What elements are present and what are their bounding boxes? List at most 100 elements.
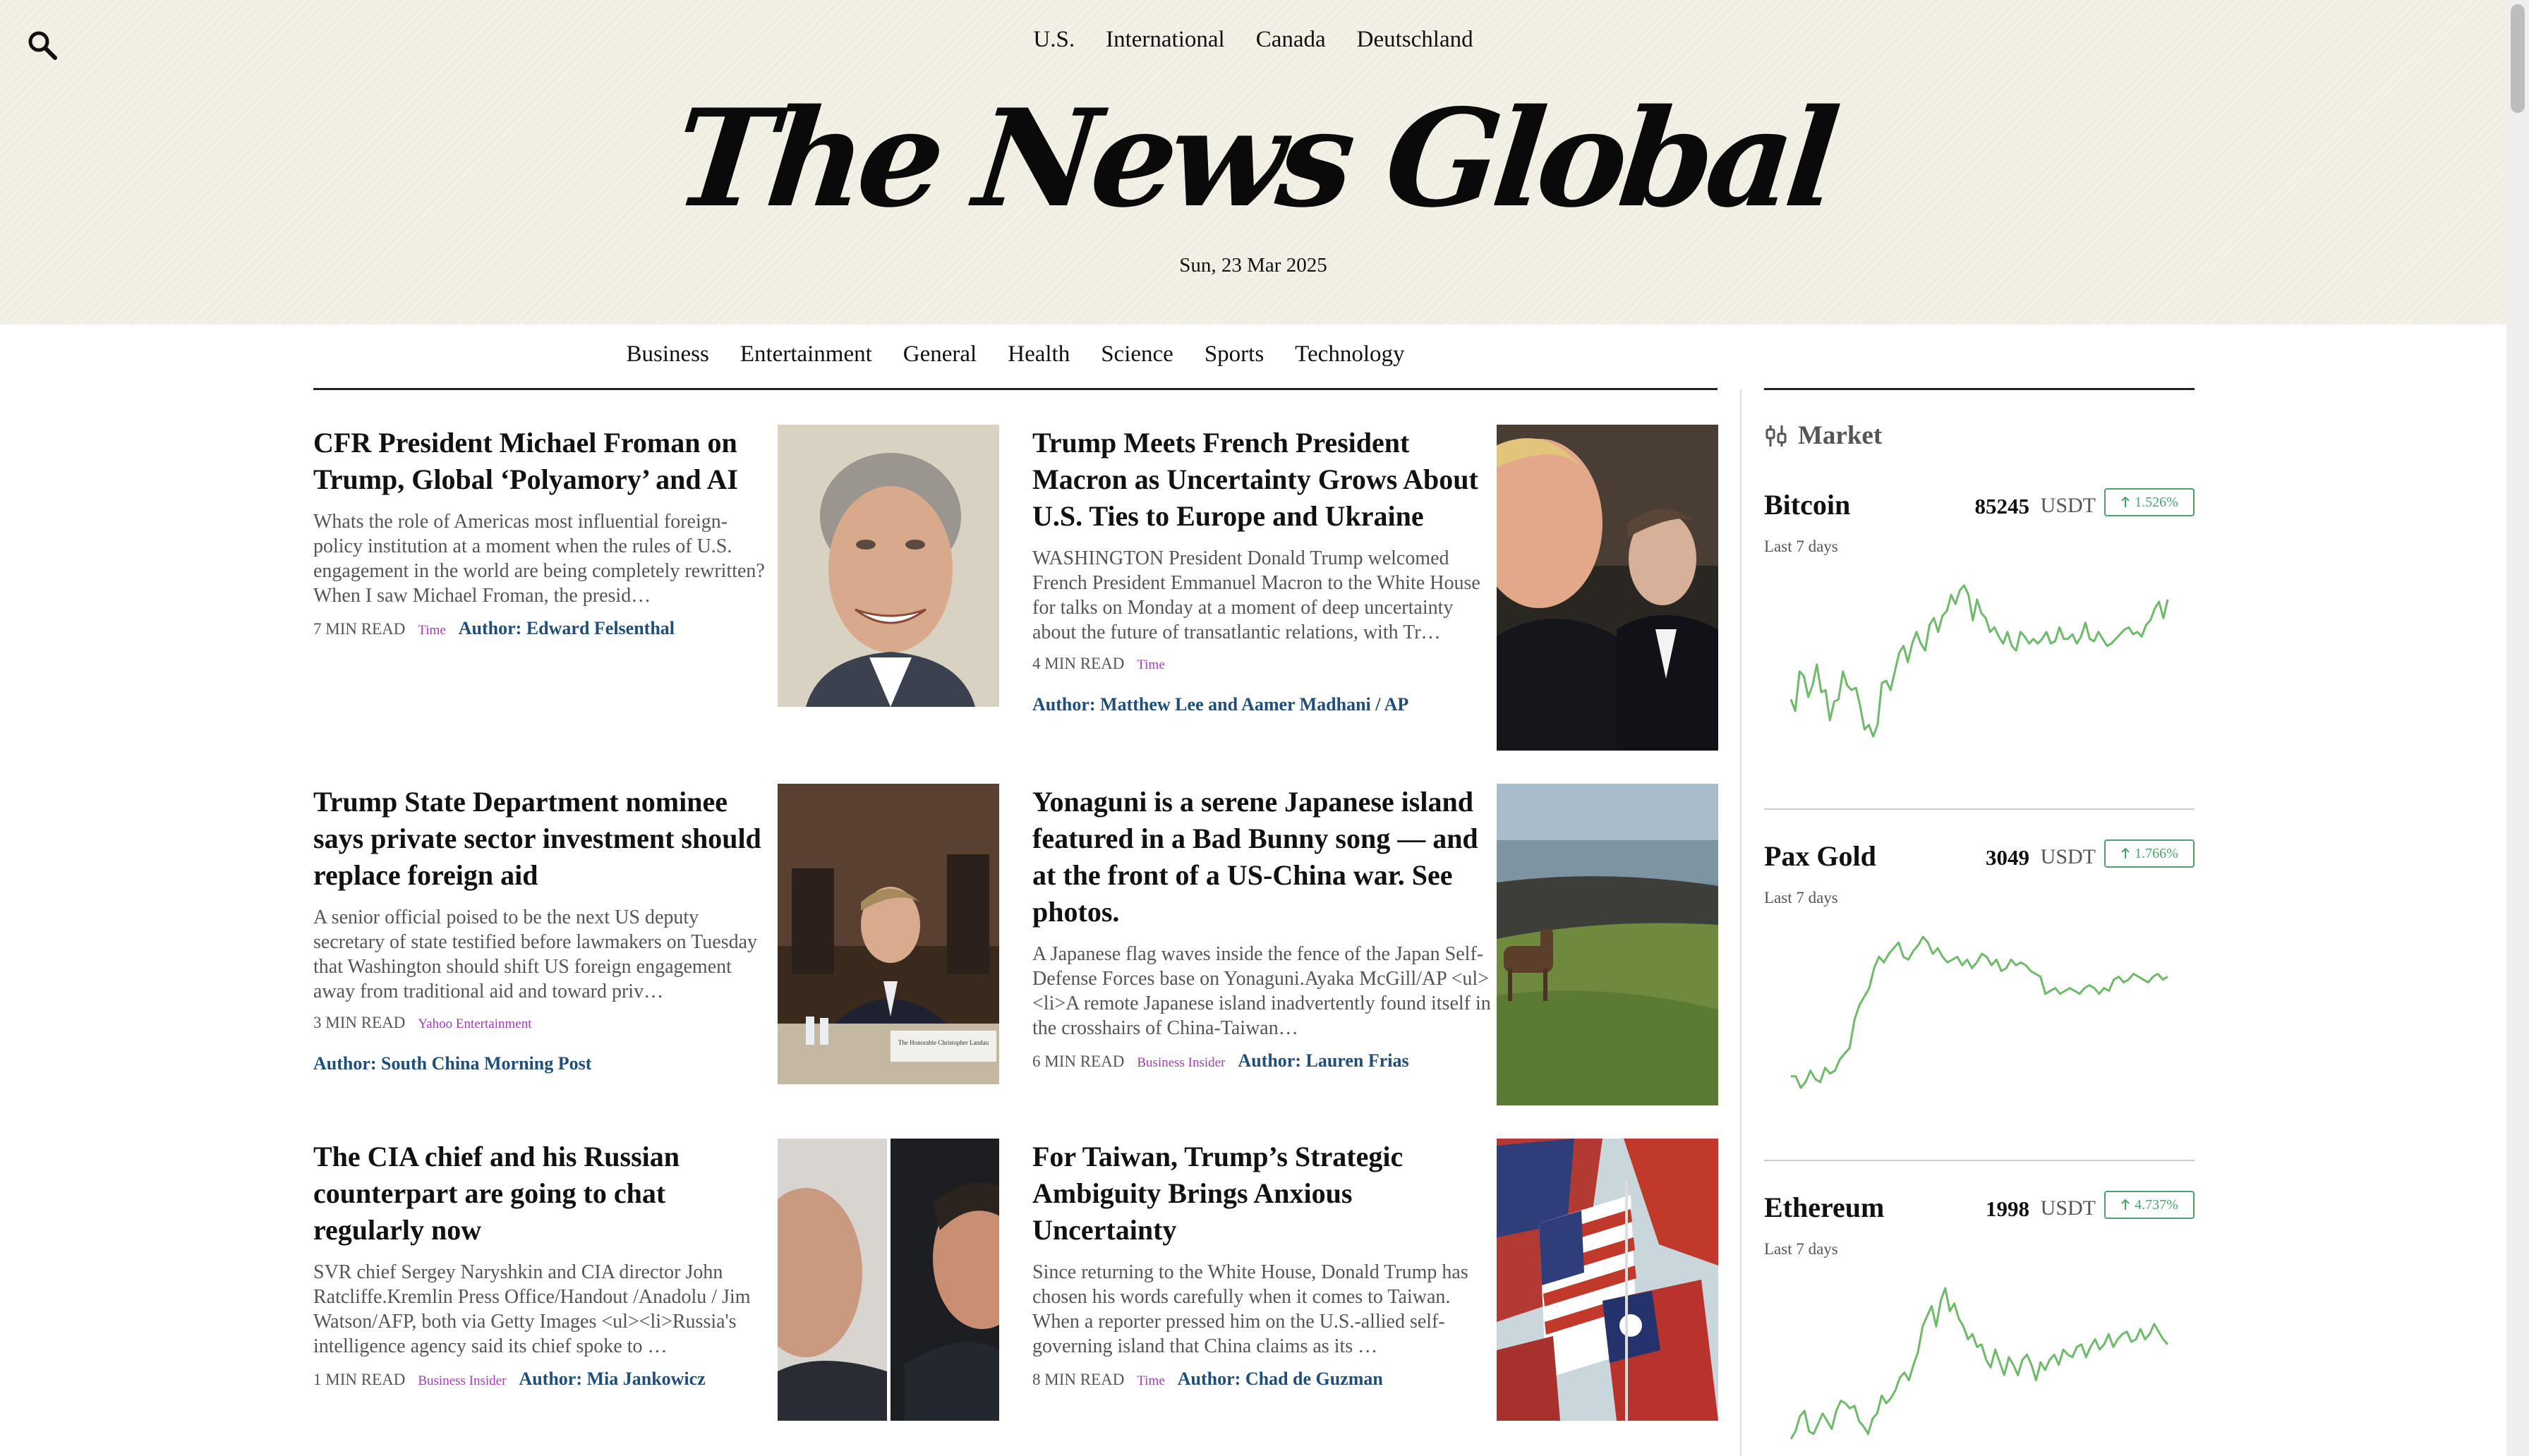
sparkline-chart [1791, 935, 2168, 1089]
article-meta: 8 MIN READ Time Author: Chad de Guzman [1032, 1369, 1491, 1390]
coin-unit: USDT [2040, 1196, 2096, 1220]
article-thumbnail[interactable] [1497, 784, 1718, 1105]
source-link[interactable]: Business Insider [418, 1373, 506, 1389]
article-title[interactable]: CFR President Michael Froman on Trump, G… [313, 425, 772, 498]
masthead: U.S. International Canada Deutschland Th… [0, 0, 2506, 324]
category-link-sports[interactable]: Sports [1205, 341, 1264, 368]
article-card[interactable]: CFR President Michael Froman on Trump, G… [313, 425, 999, 707]
article-summary: Whats the role of Americas most influent… [313, 511, 765, 607]
article-text: The CIA chief and his Russian counterpar… [313, 1139, 772, 1390]
article-summary: Since returning to the White House, Dona… [1032, 1261, 1468, 1357]
sparkline-series [1791, 935, 2168, 1089]
author-link[interactable]: Author: Chad de Guzman [1178, 1369, 1383, 1390]
article-title[interactable]: For Taiwan, Trump’s Strategic Ambiguity … [1032, 1139, 1491, 1249]
article-thumbnail[interactable] [1497, 1139, 1718, 1421]
article-card[interactable]: Trump State Department nominee says priv… [313, 784, 999, 1084]
article-meta: 1 MIN READ Business Insider Author: Mia … [313, 1369, 772, 1390]
page-scrollbar[interactable] [2506, 0, 2529, 1456]
arrow-up-icon [2121, 847, 2130, 859]
source-link[interactable]: Business Insider [1137, 1055, 1225, 1071]
feed-top-rule [313, 388, 1718, 390]
coin-card[interactable]: Pax Gold 3049 USDT 1.766% Last 7 days [1764, 839, 2195, 1122]
region-nav: U.S. International Canada Deutschland [0, 27, 2506, 53]
article-card[interactable]: The CIA chief and his Russian counterpar… [313, 1139, 999, 1421]
source-link[interactable]: Yahoo Entertainment [418, 1017, 531, 1032]
column-divider [1740, 389, 1742, 1456]
market-title: Market [1798, 421, 1883, 450]
article-thumbnail[interactable]: The Honorable Christopher Landau [778, 784, 999, 1084]
read-time: 1 MIN READ [313, 1371, 406, 1388]
article-card[interactable]: Trump Meets French President Macron as U… [1032, 425, 1718, 751]
read-time: 8 MIN READ [1032, 1371, 1125, 1388]
source-link[interactable]: Time [1137, 1373, 1164, 1389]
region-link-international[interactable]: International [1106, 27, 1225, 53]
candlestick-icon [1766, 425, 1787, 447]
change-badge: 1.766% [2104, 839, 2195, 868]
change-percent: 4.737% [2135, 1196, 2178, 1213]
change-badge: 4.737% [2104, 1191, 2195, 1219]
scrollbar-thumb[interactable] [2511, 4, 2525, 113]
coin-card[interactable]: Bitcoin 85245 USDT 1.526% Last 7 days [1764, 488, 2195, 770]
author-link[interactable]: Author: South China Morning Post [313, 1053, 772, 1074]
coin-divider [1764, 808, 2195, 810]
article-meta: 3 MIN READ Yahoo Entertainment Author: S… [313, 1014, 772, 1074]
region-link-canada[interactable]: Canada [1256, 27, 1326, 53]
article-card[interactable]: For Taiwan, Trump’s Strategic Ambiguity … [1032, 1139, 1718, 1421]
region-link-deutschland[interactable]: Deutschland [1357, 27, 1473, 53]
arrow-up-icon [2121, 1199, 2130, 1210]
category-link-business[interactable]: Business [627, 341, 709, 368]
sparkline-chart [1789, 1287, 2169, 1440]
author-link[interactable]: Author: Edward Felsenthal [459, 618, 675, 639]
region-link-us[interactable]: U.S. [1033, 27, 1075, 53]
article-thumbnail[interactable] [1497, 425, 1718, 751]
article-card[interactable]: Yonaguni is a serene Japanese island fea… [1032, 784, 1718, 1105]
article-meta: 7 MIN READ Time Author: Edward Felsentha… [313, 618, 772, 639]
coin-price: 85245 [1974, 494, 2030, 518]
current-date: Sun, 23 Mar 2025 [1179, 254, 1327, 277]
category-link-entertainment[interactable]: Entertainment [740, 341, 872, 368]
coin-unit: USDT [2040, 845, 2096, 868]
sparkline-series [1789, 1287, 2169, 1440]
article-meta: 4 MIN READ Time Author: Matthew Lee and … [1032, 655, 1491, 715]
read-time: 4 MIN READ [1032, 655, 1125, 672]
coin-name[interactable]: Ethereum [1764, 1191, 1884, 1224]
category-nav: Business Entertainment General Health Sc… [313, 341, 1718, 368]
change-percent: 1.526% [2135, 494, 2178, 510]
coin-price: 3049 [1986, 845, 2029, 870]
sparkline-chart [1789, 584, 2169, 738]
period-label: Last 7 days [1764, 1240, 1838, 1258]
coin-card[interactable]: Ethereum 1998 USDT 4.737% Last 7 days [1764, 1191, 2195, 1456]
author-link[interactable]: Author: Matthew Lee and Aamer Madhani / … [1032, 694, 1491, 715]
author-link[interactable]: Author: Mia Jankowicz [519, 1369, 705, 1390]
article-summary: A Japanese flag waves inside the fence o… [1032, 943, 1491, 1039]
category-link-science[interactable]: Science [1101, 341, 1173, 368]
coin-name[interactable]: Pax Gold [1764, 839, 1876, 873]
change-badge: 1.526% [2104, 488, 2195, 516]
author-link[interactable]: Author: Lauren Frias [1238, 1050, 1408, 1072]
article-meta: 6 MIN READ Business Insider Author: Laur… [1032, 1050, 1491, 1072]
article-thumbnail[interactable] [778, 425, 999, 707]
source-link[interactable]: Time [1137, 657, 1164, 673]
coin-unit: USDT [2040, 494, 2096, 517]
arrow-up-icon [2121, 496, 2130, 507]
article-thumbnail[interactable] [778, 1139, 999, 1421]
coin-name[interactable]: Bitcoin [1764, 488, 1850, 521]
read-time: 7 MIN READ [313, 620, 406, 638]
article-text: CFR President Michael Froman on Trump, G… [313, 425, 772, 639]
category-link-technology[interactable]: Technology [1295, 341, 1404, 368]
article-summary: SVR chief Sergey Naryshkin and CIA direc… [313, 1261, 751, 1357]
source-link[interactable]: Time [418, 623, 445, 638]
article-text: Trump Meets French President Macron as U… [1032, 425, 1491, 715]
article-text: Yonaguni is a serene Japanese island fea… [1032, 784, 1491, 1072]
category-link-health[interactable]: Health [1008, 341, 1070, 368]
category-link-general[interactable]: General [903, 341, 977, 368]
article-title[interactable]: Trump State Department nominee says priv… [313, 784, 772, 894]
article-title[interactable]: Yonaguni is a serene Japanese island fea… [1032, 784, 1491, 930]
article-summary: A senior official poised to be the next … [313, 906, 758, 1002]
article-text: Trump State Department nominee says priv… [313, 784, 772, 1074]
article-title[interactable]: Trump Meets French President Macron as U… [1032, 425, 1491, 535]
market-top-rule [1764, 388, 2195, 390]
article-title[interactable]: The CIA chief and his Russian counterpar… [313, 1139, 772, 1249]
change-percent: 1.766% [2135, 845, 2178, 861]
site-logo[interactable]: The News Global [0, 80, 2513, 237]
